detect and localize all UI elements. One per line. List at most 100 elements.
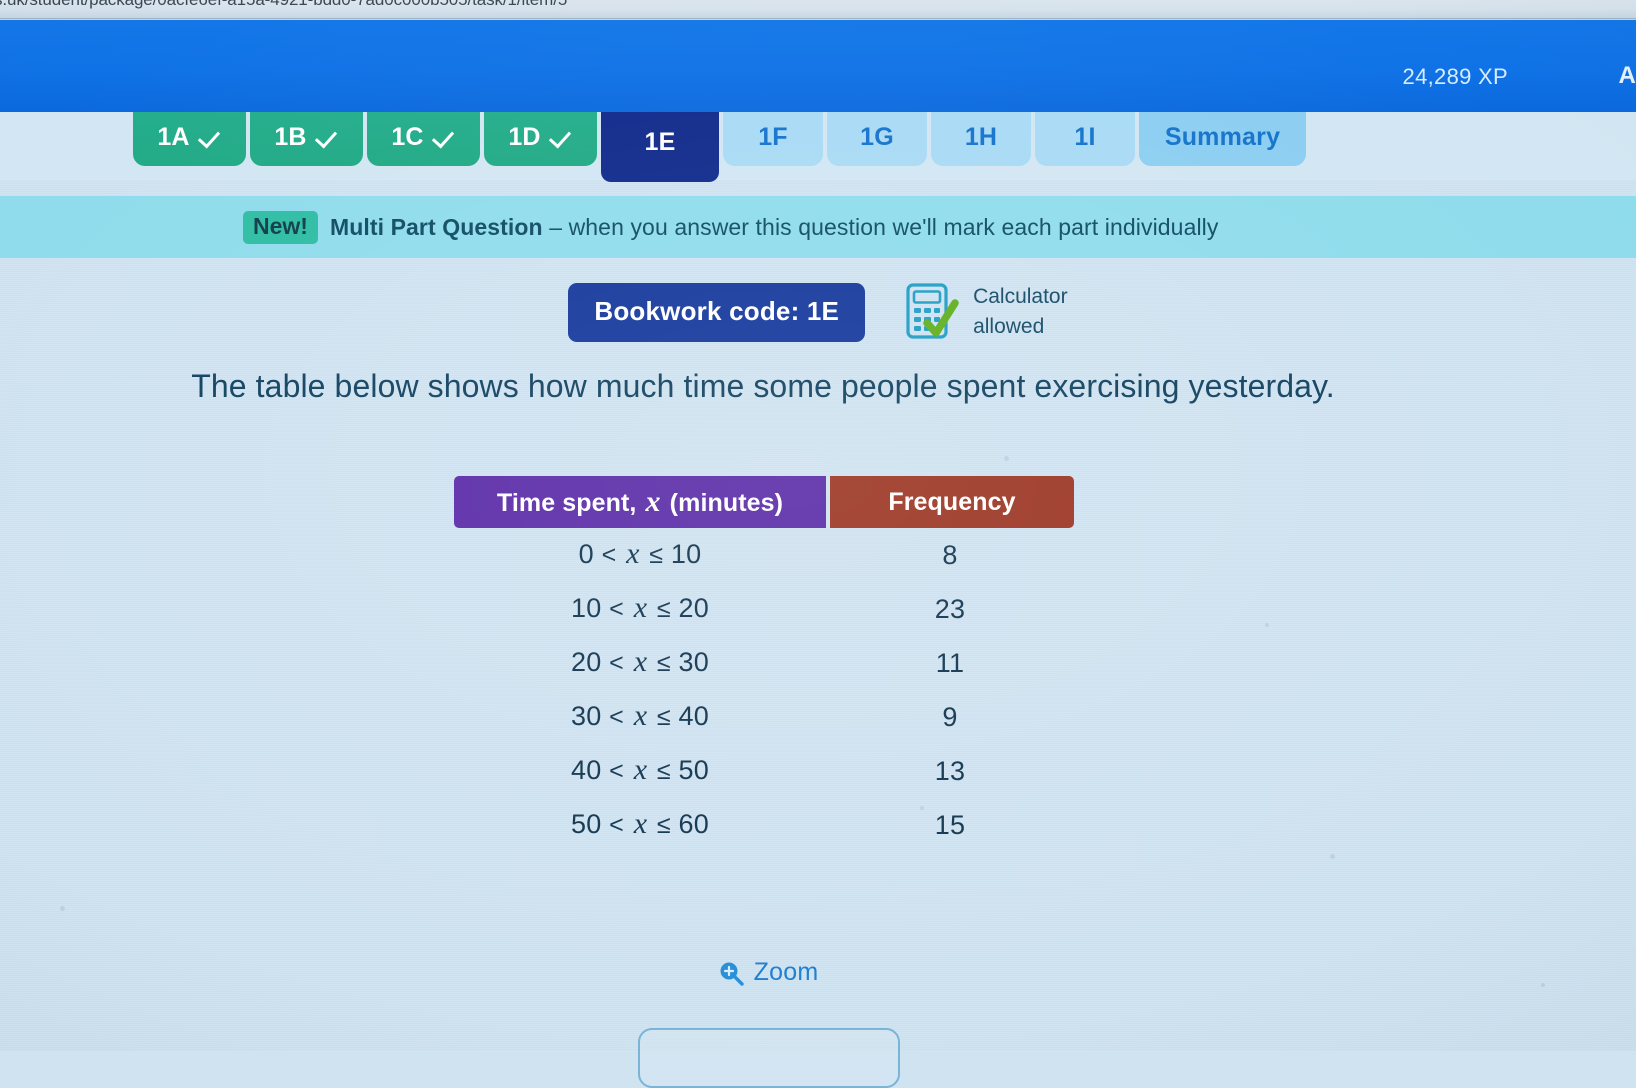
variable-x: x xyxy=(633,591,648,624)
cell-frequency: 13 xyxy=(934,755,966,786)
table-row: 30 < x ≤ 40 9 xyxy=(454,690,1074,744)
tab-label: 1D xyxy=(508,122,541,151)
table-row: 50 < x ≤ 60 15 xyxy=(454,798,1074,852)
variable-x: x xyxy=(626,537,640,570)
cell-frequency: 9 xyxy=(942,701,958,732)
tab-1g[interactable]: 1G xyxy=(827,108,927,166)
table-row: 40 < x ≤ 50 13 xyxy=(454,744,1074,798)
class-lower: 20 xyxy=(571,647,602,677)
header-time-unit: (minutes) xyxy=(662,489,784,517)
frequency-table-wrapper: Time spent, x (minutes) Frequency 0 < x … xyxy=(454,476,1074,852)
table-head: Time spent, x (minutes) Frequency xyxy=(454,476,1074,528)
bookwork-row: Bookwork code: 1E Calculator allowed xyxy=(0,282,1636,343)
class-lower: 50 xyxy=(571,809,602,839)
url-bar-divider xyxy=(0,18,1636,19)
screen-speck xyxy=(1541,983,1545,987)
tab-label: 1G xyxy=(860,122,894,151)
banner-title: Multi Part Question xyxy=(329,213,543,240)
class-lower: 30 xyxy=(571,701,602,731)
check-icon xyxy=(317,126,339,148)
class-upper: 60 xyxy=(678,809,709,839)
cell-class-interval: 0 < x ≤ 10 xyxy=(454,528,826,582)
class-upper: 50 xyxy=(678,755,709,785)
header-time-prefix: Time spent, xyxy=(496,489,644,517)
less-than-sign: < xyxy=(609,649,624,677)
variable-x: x xyxy=(633,753,648,786)
check-icon xyxy=(551,126,573,148)
less-than-or-equal-sign: ≤ xyxy=(656,757,671,785)
screen-speck xyxy=(60,906,65,911)
screen-speck xyxy=(1265,623,1269,627)
tab-1d[interactable]: 1D xyxy=(484,108,597,166)
class-upper: 30 xyxy=(678,647,709,677)
task-tab-strip: 1A 1B 1C 1D 1E 1F 1G 1H 1I Summary xyxy=(0,108,1636,182)
tab-1h[interactable]: 1H xyxy=(931,108,1031,166)
zoom-label: Zoom xyxy=(753,958,819,986)
cell-class-interval: 30 < x ≤ 40 xyxy=(454,690,826,744)
bookwork-code-badge: Bookwork code: 1E xyxy=(568,282,866,342)
tab-label: 1I xyxy=(1074,122,1096,151)
calculator-allowed-icon xyxy=(905,282,959,342)
class-upper: 10 xyxy=(670,539,702,569)
less-than-or-equal-sign: ≤ xyxy=(656,703,671,731)
banner-content: New! Multi Part Question – when you answ… xyxy=(243,210,1218,244)
screen-speck xyxy=(1330,854,1335,859)
class-lower: 40 xyxy=(571,755,602,785)
question-text: The table below shows how much time some… xyxy=(191,368,1335,404)
less-than-sign: < xyxy=(609,757,624,785)
tab-1b[interactable]: 1B xyxy=(250,108,363,166)
less-than-or-equal-sign: ≤ xyxy=(649,541,664,569)
new-badge: New! xyxy=(243,210,318,244)
cell-class-interval: 20 < x ≤ 30 xyxy=(454,636,826,690)
screen-speck xyxy=(1004,456,1009,461)
tab-1i[interactable]: 1I xyxy=(1035,108,1135,166)
tab-summary[interactable]: Summary xyxy=(1139,108,1306,166)
cell-frequency: 11 xyxy=(935,647,965,678)
url-text: s.uk/student/package/0acfe6ef-a15a-4921-… xyxy=(0,0,567,10)
tab-label: 1E xyxy=(644,128,676,156)
cell-frequency: 8 xyxy=(942,539,958,570)
browser-url-bar[interactable]: s.uk/student/package/0acfe6ef-a15a-4921-… xyxy=(0,0,1636,20)
cell-class-interval: 10 < x ≤ 20 xyxy=(454,582,826,636)
magnifier-plus-icon xyxy=(718,960,744,986)
app-header: 24,289 XP A xyxy=(0,20,1636,112)
calculator-line-2: allowed xyxy=(973,315,1045,339)
tab-label: 1H xyxy=(964,122,998,151)
variable-x: x xyxy=(633,807,648,840)
answer-input[interactable] xyxy=(638,1028,900,1088)
tab-label: 1B xyxy=(274,122,307,151)
table-body: 0 < x ≤ 10 8 10 < x ≤ 20 23 20 < x ≤ 30 11 30 … xyxy=(454,528,1074,852)
table-row: 20 < x ≤ 30 11 xyxy=(454,636,1074,690)
cell-frequency: 23 xyxy=(934,593,966,624)
less-than-or-equal-sign: ≤ xyxy=(656,811,671,839)
frequency-table: Time spent, x (minutes) Frequency 0 < x … xyxy=(454,476,1074,852)
cell-class-interval: 40 < x ≤ 50 xyxy=(454,744,826,798)
class-upper: 40 xyxy=(678,701,709,731)
tab-1f[interactable]: 1F xyxy=(723,108,823,166)
less-than-or-equal-sign: ≤ xyxy=(656,595,671,623)
tab-1c[interactable]: 1C xyxy=(367,108,480,166)
tab-label: 1A xyxy=(157,122,190,151)
multi-part-question-banner: New! Multi Part Question – when you answ… xyxy=(0,196,1636,258)
less-than-sign: < xyxy=(609,703,624,731)
table-header-row: Time spent, x (minutes) Frequency xyxy=(454,476,1074,528)
class-lower: 10 xyxy=(571,593,602,623)
check-icon xyxy=(200,126,222,148)
tab-1e[interactable]: 1E xyxy=(601,108,719,182)
task-tabs: 1A 1B 1C 1D 1E 1F 1G 1H 1I Summary xyxy=(133,108,1306,182)
cell-class-interval: 50 < x ≤ 60 xyxy=(454,798,826,852)
tab-label: 1F xyxy=(758,122,788,151)
less-than-sign: < xyxy=(609,595,624,623)
calculator-allowed-label: Calculator allowed xyxy=(973,282,1068,343)
zoom-link[interactable]: Zoom xyxy=(0,958,1636,987)
calculator-line-1: Calculator xyxy=(973,285,1068,308)
less-than-sign: < xyxy=(601,541,617,569)
table-row: 10 < x ≤ 20 23 xyxy=(454,582,1074,636)
screen-speck xyxy=(920,806,924,810)
table-row: 0 < x ≤ 10 8 xyxy=(454,528,1074,582)
tab-label: 1C xyxy=(391,122,424,151)
avatar[interactable]: A xyxy=(1618,62,1636,90)
class-lower: 0 xyxy=(578,539,594,569)
check-icon xyxy=(434,126,456,148)
tab-1a[interactable]: 1A xyxy=(133,108,246,166)
